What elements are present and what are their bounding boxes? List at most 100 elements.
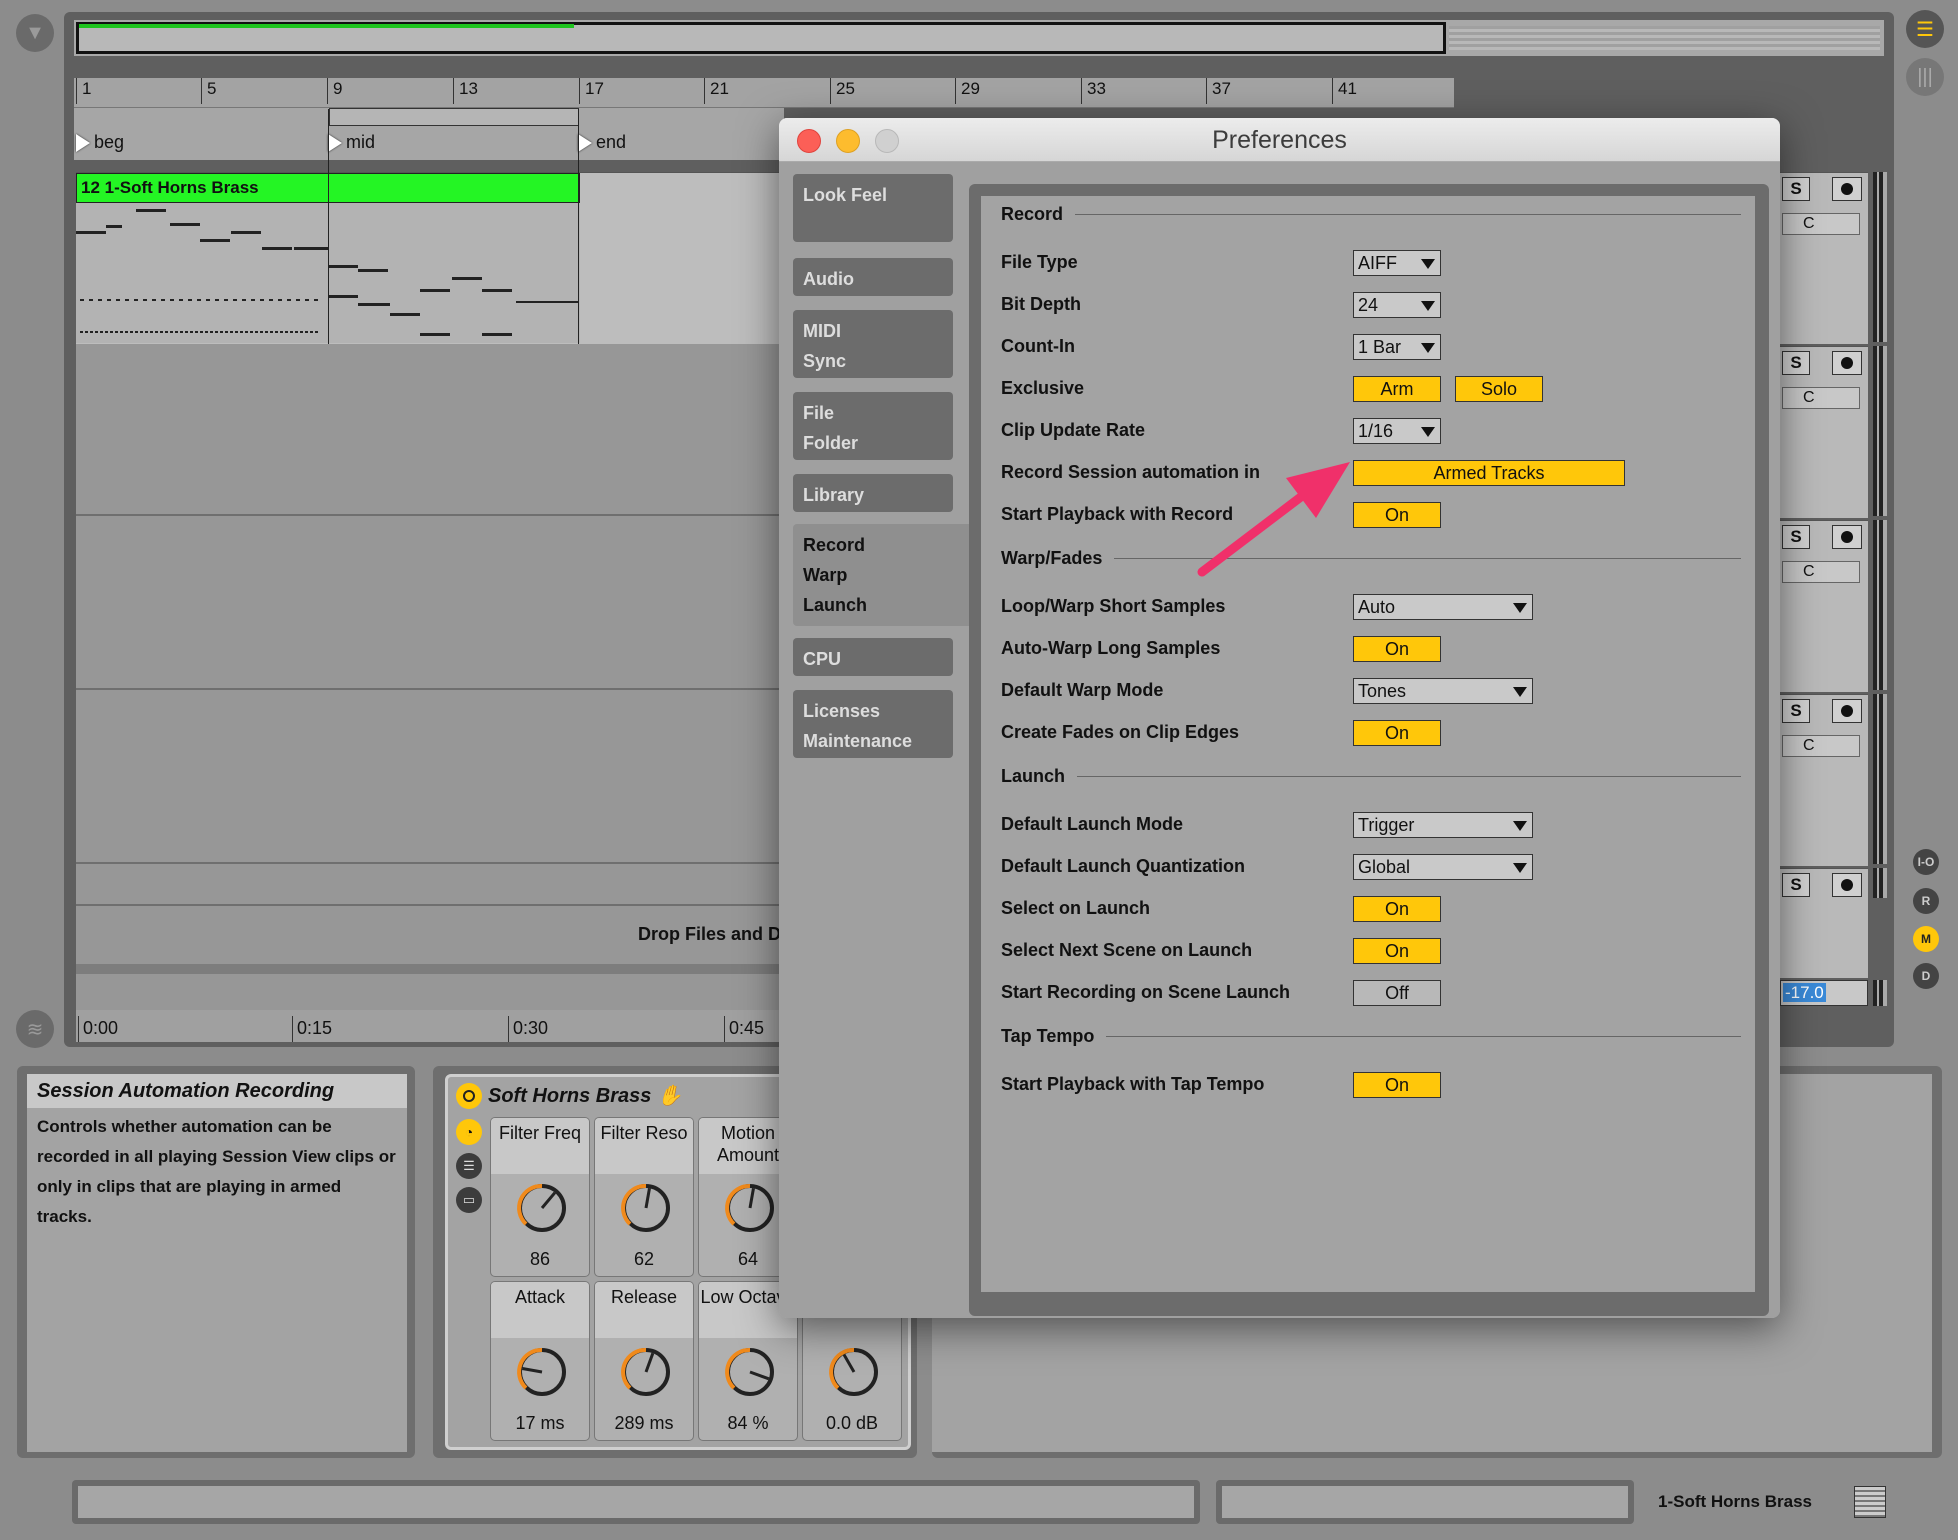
macro-knob[interactable]: Filter Freq 86	[490, 1117, 590, 1277]
crossfade-assign[interactable]: C	[1782, 213, 1860, 235]
arm-button[interactable]	[1832, 699, 1862, 723]
arm-button[interactable]	[1832, 525, 1862, 549]
select-next-scene-label: Select Next Scene on Launch	[1001, 940, 1253, 960]
dialog-titlebar[interactable]: Preferences	[779, 118, 1780, 162]
locator-mid[interactable]: mid	[328, 132, 375, 153]
arrangement-overview[interactable]	[74, 20, 1884, 56]
locator-end[interactable]: end	[578, 132, 626, 153]
macro-knob[interactable]: Release 289 ms	[594, 1281, 694, 1441]
locator-triangle-icon	[76, 133, 90, 152]
dropdown-value: AIFF	[1358, 253, 1397, 273]
knob-value: 289 ms	[614, 1413, 674, 1433]
tab-cpu[interactable]: CPU	[793, 638, 953, 676]
default-launch-mode-dropdown[interactable]: Trigger	[1353, 812, 1533, 838]
macro-knob[interactable]: Filter Reso 62	[594, 1117, 694, 1277]
dropdown-value: 1 Bar	[1358, 337, 1402, 357]
section-title: Tap Tempo	[1001, 1026, 1095, 1046]
chain-list-button[interactable]: ☰	[456, 1153, 482, 1179]
bar-tick: 29	[955, 78, 980, 104]
master-volume-field[interactable]: -17.0	[1780, 980, 1868, 1006]
hide-show-top-button[interactable]: ▼	[16, 14, 54, 52]
macro-view-button[interactable]: ◔	[456, 1119, 482, 1145]
bar-tick: 37	[1206, 78, 1231, 104]
tab-label: Licenses Maintenance	[803, 701, 913, 751]
bar-tick: 5	[201, 78, 216, 104]
record-session-automation-toggle[interactable]: Armed Tracks	[1353, 460, 1625, 486]
empty-track-area[interactable]	[76, 344, 786, 1010]
tab-audio[interactable]: Audio	[793, 258, 953, 296]
chevron-down-icon	[1513, 863, 1527, 873]
solo-button[interactable]: S	[1782, 699, 1810, 723]
create-fades-toggle[interactable]: On	[1353, 720, 1441, 746]
clip-update-rate-dropdown[interactable]: 1/16	[1353, 418, 1441, 444]
tab-midi-sync[interactable]: MIDI Sync	[793, 310, 953, 378]
file-type-dropdown[interactable]: AIFF	[1353, 250, 1441, 276]
exclusive-solo-toggle[interactable]: Solo	[1455, 376, 1543, 402]
dropdown-value: Trigger	[1358, 815, 1415, 835]
bar-tick: 13	[453, 78, 478, 104]
arrangement-view-button[interactable]: |||	[1906, 58, 1944, 96]
zoom-button[interactable]	[875, 129, 899, 153]
tab-file-folder[interactable]: File Folder	[793, 392, 953, 460]
solo-button[interactable]: S	[1782, 873, 1810, 897]
metronome-button[interactable]	[1832, 873, 1862, 897]
select-next-scene-toggle[interactable]: On	[1353, 938, 1441, 964]
locator-triangle-icon	[578, 133, 592, 152]
selected-track-indicator[interactable]: 1-Soft Horns Brass	[1650, 1480, 1890, 1524]
arm-button[interactable]	[1832, 177, 1862, 201]
close-button[interactable]	[797, 129, 821, 153]
info-text: Controls whether automation can be recor…	[37, 1117, 396, 1226]
default-launch-quantization-dropdown[interactable]: Global	[1353, 854, 1533, 880]
crossfade-assign[interactable]: C	[1782, 735, 1860, 757]
tab-look-feel[interactable]: Look Feel	[793, 174, 953, 242]
delay-toggle-button[interactable]: D	[1913, 963, 1939, 989]
arm-button[interactable]	[1832, 351, 1862, 375]
exclusive-arm-toggle[interactable]: Arm	[1353, 376, 1441, 402]
count-in-dropdown[interactable]: 1 Bar	[1353, 334, 1441, 360]
default-warp-mode-dropdown[interactable]: Tones	[1353, 678, 1533, 704]
knob-dial-icon	[621, 1183, 670, 1232]
start-playback-tap-tempo-toggle[interactable]: On	[1353, 1072, 1441, 1098]
loop-brace[interactable]	[329, 108, 579, 126]
solo-button[interactable]: S	[1782, 525, 1810, 549]
chevron-down-icon	[1421, 301, 1435, 311]
solo-button[interactable]: S	[1782, 177, 1810, 201]
chevron-down-icon	[1421, 427, 1435, 437]
bit-depth-dropdown[interactable]: 24	[1353, 292, 1441, 318]
loop-warp-short-dropdown[interactable]: Auto	[1353, 594, 1533, 620]
minimize-button[interactable]	[836, 129, 860, 153]
track-mixer-4: S C	[1780, 694, 1868, 866]
auto-warp-long-toggle[interactable]: On	[1353, 636, 1441, 662]
midi-track-lane[interactable]: 12 1-Soft Horns Brass	[76, 109, 786, 1029]
io-toggle-button[interactable]: I-O	[1913, 849, 1939, 875]
macro-knob[interactable]: Attack 17 ms	[490, 1281, 590, 1441]
section-record: Record	[1001, 204, 1741, 225]
overview-toggle-button[interactable]: ≋	[16, 1010, 54, 1048]
crossfade-assign[interactable]: C	[1782, 387, 1860, 409]
tab-library[interactable]: Library	[793, 474, 953, 512]
level-meter	[1873, 172, 1887, 342]
beat-time-ruler[interactable]: 1 5 9 13 17 21 25 29 33 37 41	[74, 78, 1454, 108]
chevron-down-icon	[1421, 259, 1435, 269]
time-ruler[interactable]: 0:00 0:15 0:30 0:45	[76, 1010, 786, 1042]
start-recording-scene-toggle[interactable]: Off	[1353, 980, 1441, 1006]
knob-value: 86	[529, 1249, 551, 1269]
session-view-button[interactable]: ☰	[1906, 10, 1944, 48]
returns-toggle-button[interactable]: R	[1913, 888, 1939, 914]
tab-label: File Folder	[803, 403, 859, 453]
knob-label: Filter Freq	[491, 1118, 589, 1174]
device-icon: ▭	[462, 1192, 476, 1207]
overview-clip-marker	[79, 24, 574, 28]
locator-lane[interactable]: beg mid end	[74, 108, 784, 160]
knob-dial-icon	[725, 1183, 774, 1232]
select-on-launch-toggle[interactable]: On	[1353, 896, 1441, 922]
crossfade-assign[interactable]: C	[1782, 561, 1860, 583]
mixer-toggle-button[interactable]: M	[1913, 926, 1939, 952]
auto-warp-long-label: Auto-Warp Long Samples	[1001, 638, 1221, 658]
tab-licenses-maintenance[interactable]: Licenses Maintenance	[793, 690, 953, 758]
solo-button[interactable]: S	[1782, 351, 1810, 375]
locator-beg[interactable]: beg	[76, 132, 124, 153]
tab-record-warp-launch[interactable]: Record Warp Launch	[793, 524, 971, 626]
exclusive-label: Exclusive	[1001, 378, 1085, 398]
device-view-button[interactable]: ▭	[456, 1187, 482, 1213]
